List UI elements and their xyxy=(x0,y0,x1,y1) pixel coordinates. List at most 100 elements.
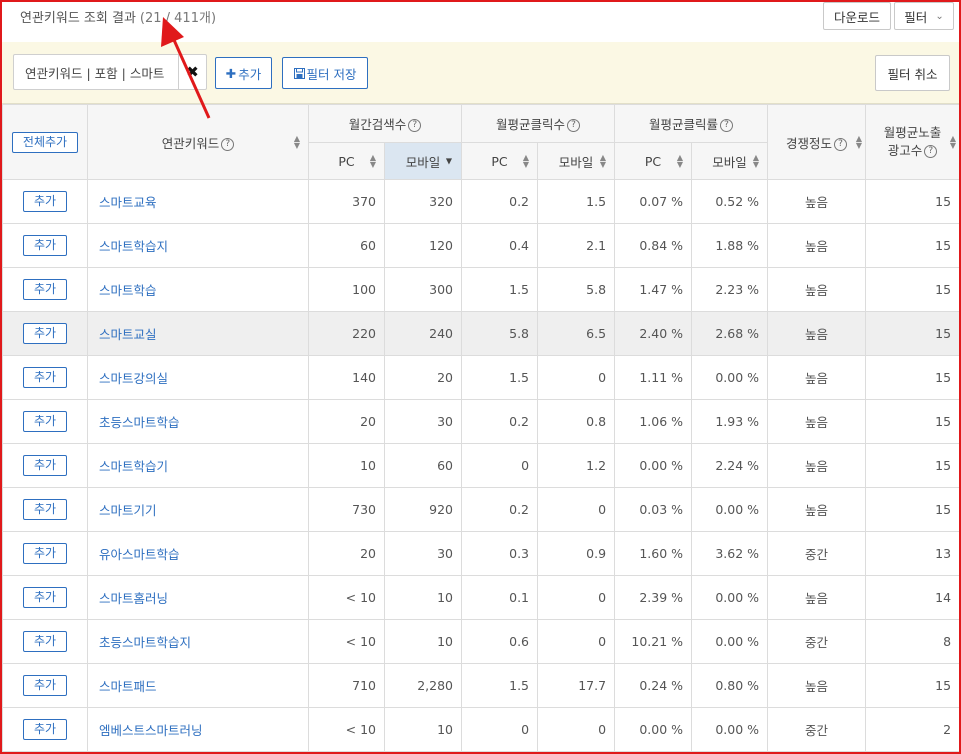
table-row: 추가 초등스마트학습 20 30 0.2 0.8 1.06 % 1.93 % 높음 15 xyxy=(2,399,961,444)
metric-cell-pc: 710 xyxy=(308,663,385,708)
ads-count-cell: 15 xyxy=(865,311,961,356)
results-title: 연관키워드 조회 결과 xyxy=(20,11,136,26)
row-add-button[interactable]: 추가 xyxy=(23,191,67,212)
table-row: 추가 스마트학습기 10 60 0 1.2 0.00 % 2.24 % 높음 15 xyxy=(2,443,961,488)
ctr-mobile-header[interactable]: 모바일 ▲ ▼ xyxy=(691,142,769,180)
keyword-link[interactable]: 스마트홈러닝 xyxy=(87,575,309,620)
metric-cell-cpc: 0.6 xyxy=(461,619,539,664)
table-row: 추가 엠베스트스마트러닝 < 10 10 0 0 0.00 % 0.00 % 중간 2 xyxy=(2,707,961,752)
row-add-button[interactable]: 추가 xyxy=(23,455,67,476)
help-icon[interactable]: ? xyxy=(221,137,235,151)
keyword-link[interactable]: 스마트기기 xyxy=(87,487,309,532)
metric-cell-pc: < 10 xyxy=(308,575,385,620)
keyword-link[interactable]: 스마트학습기 xyxy=(87,443,309,488)
save-filter-button[interactable]: 필터 저장 xyxy=(282,57,368,89)
help-icon[interactable]: ? xyxy=(567,119,581,132)
row-add-button[interactable]: 추가 xyxy=(23,235,67,256)
metric-cell-cmo: 0 xyxy=(537,355,616,400)
sort-icon: ▲ ▼ xyxy=(599,153,607,169)
keyword-table-body: 추가 스마트교육 370 320 0.2 1.5 0.07 % 0.52 % 높음 15 추가 스마트… xyxy=(2,179,961,752)
metric-cell-rpc: 0.00 % xyxy=(614,707,693,752)
download-button[interactable]: 다운로드 xyxy=(823,2,891,30)
sort-icon: ▲ ▼ xyxy=(369,153,376,169)
keyword-link[interactable]: 스마트교육 xyxy=(87,179,309,224)
row-add-button[interactable]: 추가 xyxy=(23,499,67,520)
row-add-button[interactable]: 추가 xyxy=(23,543,67,564)
cancel-filter-button[interactable]: 필터 취소 xyxy=(875,55,950,91)
keyword-link[interactable]: 엠베스트스마트러닝 xyxy=(87,707,309,752)
table-row: 추가 스마트홈러닝 < 10 10 0.1 0 2.39 % 0.00 % 높음 14 xyxy=(2,575,961,620)
table-row: 추가 스마트교육 370 320 0.2 1.5 0.07 % 0.52 % 높음 15 xyxy=(2,179,961,224)
add-all-button[interactable]: 전체추가 xyxy=(12,131,78,153)
row-add-button[interactable]: 추가 xyxy=(23,587,67,608)
filter-chip[interactable]: 연관키워드 | 포함 | 스마트 ✖ xyxy=(13,54,207,90)
ads-count-cell: 15 xyxy=(865,179,961,224)
help-icon[interactable]: ? xyxy=(834,137,848,151)
plus-icon: ✚ xyxy=(225,65,237,81)
row-add-button[interactable]: 추가 xyxy=(23,411,67,432)
keyword-link[interactable]: 초등스마트학습 xyxy=(87,399,309,444)
filter-dropdown-button[interactable]: 필터 ⌄ xyxy=(894,2,954,30)
metric-cell-pc: 100 xyxy=(308,267,385,312)
metric-cell-cmo: 0 xyxy=(537,619,616,664)
row-add-button[interactable]: 추가 xyxy=(23,631,67,652)
ctr-pc-header[interactable]: PC ▲ ▼ xyxy=(614,142,693,180)
keyword-header[interactable]: 연관키워드? ▲ ▼ xyxy=(87,104,309,180)
close-icon[interactable]: ✖ xyxy=(178,55,206,89)
metric-cell-rmo: 2.68 % xyxy=(691,311,769,356)
metric-cell-pc: < 10 xyxy=(308,619,385,664)
metric-cell-cpc: 0.2 xyxy=(461,399,539,444)
ads-count-label-line2: 광고수 xyxy=(887,143,923,158)
metric-cell-rmo: 1.88 % xyxy=(691,223,769,268)
row-add-cell: 추가 xyxy=(2,355,88,400)
sort-icon: ▲ ▼ xyxy=(949,134,957,150)
competition-cell: 중간 xyxy=(767,531,867,576)
metric-cell-mo: 10 xyxy=(383,619,463,664)
metric-cell-cpc: 1.5 xyxy=(461,267,539,312)
metric-cell-mo: 120 xyxy=(383,223,463,268)
row-add-cell: 추가 xyxy=(2,487,88,532)
keyword-link[interactable]: 스마트학습지 xyxy=(87,223,309,268)
competition-cell: 높음 xyxy=(767,443,867,488)
page-title: 연관키워드 조회 결과 (21 / 411개) xyxy=(20,7,216,26)
table-row: 추가 스마트강의실 140 20 1.5 0 1.11 % 0.00 % 높음 15 xyxy=(2,355,961,400)
metric-cell-mo: 10 xyxy=(383,707,463,752)
floppy-icon xyxy=(293,67,305,79)
ads-count-cell: 15 xyxy=(865,663,961,708)
search-volume-header: 월간검색수? xyxy=(307,104,463,143)
keyword-link[interactable]: 유아스마트학습 xyxy=(87,531,309,576)
search-mobile-header[interactable]: 모바일 ▼ xyxy=(383,142,463,180)
clicks-mobile-header[interactable]: 모바일 ▲ ▼ xyxy=(537,142,616,180)
row-add-button[interactable]: 추가 xyxy=(23,279,67,300)
row-add-button[interactable]: 추가 xyxy=(23,719,67,740)
add-filter-button[interactable]: ✚ 추가 xyxy=(215,57,272,89)
row-add-button[interactable]: 추가 xyxy=(23,323,67,344)
keyword-link[interactable]: 스마트강의실 xyxy=(87,355,309,400)
help-icon[interactable]: ? xyxy=(408,119,422,132)
metric-cell-pc: 20 xyxy=(308,399,385,444)
sort-icon: ▲ ▼ xyxy=(676,153,684,169)
keyword-link[interactable]: 스마트학습 xyxy=(87,267,309,312)
row-add-button[interactable]: 추가 xyxy=(23,675,67,696)
ads-count-header[interactable]: 월평균노출 광고수? ▲ ▼ xyxy=(865,104,961,180)
metric-cell-rmo: 0.00 % xyxy=(691,575,769,620)
metric-cell-rpc: 0.00 % xyxy=(614,443,693,488)
keyword-link[interactable]: 초등스마트학습지 xyxy=(87,619,309,664)
metric-cell-mo: 10 xyxy=(383,575,463,620)
metric-cell-cpc: 0 xyxy=(461,443,539,488)
metric-cell-rpc: 0.03 % xyxy=(614,487,693,532)
ads-count-cell: 15 xyxy=(865,223,961,268)
ads-count-cell: 8 xyxy=(865,619,961,664)
help-icon[interactable]: ? xyxy=(720,119,734,132)
sub-header-label: 모바일 xyxy=(405,154,441,170)
metric-cell-rmo: 0.00 % xyxy=(691,619,769,664)
help-icon[interactable]: ? xyxy=(924,145,938,158)
clicks-pc-header[interactable]: PC ▲ ▼ xyxy=(461,142,539,180)
keyword-link[interactable]: 스마트교실 xyxy=(87,311,309,356)
competition-header[interactable]: 경쟁정도? ▲ ▼ xyxy=(767,104,867,180)
results-header: 연관키워드 조회 결과 (21 / 411개) 다운로드 필터 ⌄ xyxy=(0,0,961,42)
metric-cell-cpc: 1.5 xyxy=(461,355,539,400)
row-add-button[interactable]: 추가 xyxy=(23,367,67,388)
keyword-link[interactable]: 스마트패드 xyxy=(87,663,309,708)
search-pc-header[interactable]: PC ▲ ▼ xyxy=(308,142,385,180)
